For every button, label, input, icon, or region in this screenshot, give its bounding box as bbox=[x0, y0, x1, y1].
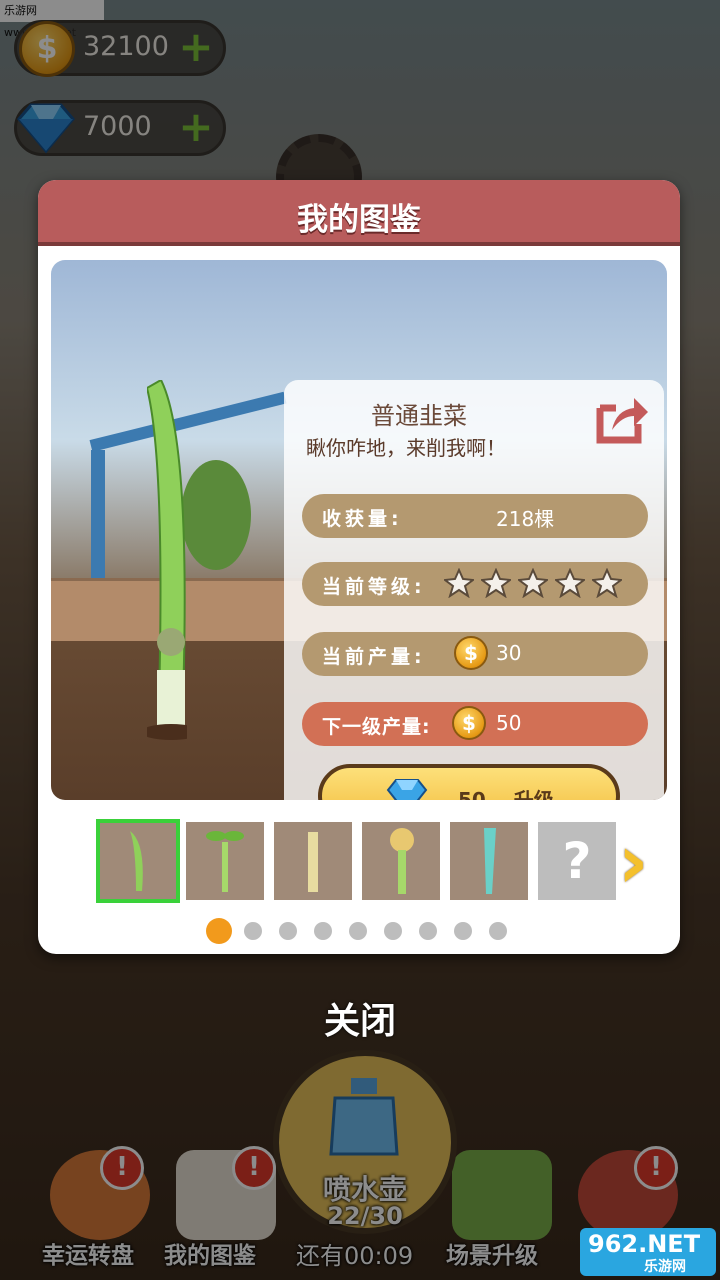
star-icon bbox=[481, 568, 511, 598]
page-dot[interactable] bbox=[419, 922, 437, 940]
upgrade-label: 升级 bbox=[513, 788, 554, 800]
level-stat: 当前等级: bbox=[302, 562, 648, 606]
logo-main: 962.NET bbox=[588, 1230, 701, 1258]
next-output-coin-icon: $ bbox=[452, 706, 486, 740]
collection-item-locked[interactable]: ? bbox=[538, 822, 616, 900]
star-icon bbox=[555, 568, 585, 598]
star-icon bbox=[518, 568, 548, 598]
collection-item[interactable] bbox=[274, 822, 352, 900]
page-dot[interactable] bbox=[279, 922, 297, 940]
page-dot[interactable] bbox=[206, 918, 232, 944]
plant-description: 瞅你咋地，来削我啊！ bbox=[306, 436, 506, 460]
page-dot[interactable] bbox=[349, 922, 367, 940]
modal-header: 我的图鉴 bbox=[38, 180, 680, 246]
collection-item[interactable] bbox=[96, 819, 180, 903]
harvest-value: 218棵 bbox=[496, 507, 555, 531]
diamond-icon bbox=[386, 779, 428, 800]
output-label: 当前产量: bbox=[322, 646, 426, 668]
plant-name: 普通韭菜 bbox=[371, 402, 467, 430]
collection-item[interactable] bbox=[186, 822, 264, 900]
output-value: 30 bbox=[496, 641, 522, 665]
basketball-pole bbox=[91, 450, 105, 580]
leek-plant-icon bbox=[147, 380, 187, 740]
upgrade-cost: 50 bbox=[458, 788, 486, 800]
star-icon bbox=[592, 568, 622, 598]
upgrade-button[interactable]: 50 升级 bbox=[318, 764, 620, 800]
modal-title: 我的图鉴 bbox=[297, 202, 421, 238]
star-icon bbox=[444, 568, 474, 598]
collection-modal: 我的图鉴 普通韭菜 瞅你咋地，来削我啊！ 收获量: 218棵 当前等级: 当前产… bbox=[38, 180, 680, 954]
output-coin-icon: $ bbox=[454, 636, 488, 670]
page-dot[interactable] bbox=[454, 922, 472, 940]
page-dot[interactable] bbox=[384, 922, 402, 940]
page-dot[interactable] bbox=[489, 922, 507, 940]
harvest-stat: 收获量: 218棵 bbox=[302, 494, 648, 538]
next-output-value: 50 bbox=[496, 711, 522, 735]
harvest-label: 收获量: bbox=[322, 508, 403, 530]
plant-info-card: 普通韭菜 瞅你咋地，来削我啊！ 收获量: 218棵 当前等级: 当前产量: $ … bbox=[284, 380, 664, 800]
page-dot[interactable] bbox=[244, 922, 262, 940]
site-logo: 962.NET 乐游网 bbox=[580, 1228, 716, 1276]
next-output-stat: 下一级产量: $ 50 bbox=[302, 702, 648, 746]
next-output-label: 下一级产量: bbox=[322, 716, 431, 738]
close-button[interactable]: 关闭 bbox=[0, 992, 720, 1044]
collection-item[interactable] bbox=[450, 822, 528, 900]
level-label: 当前等级: bbox=[322, 576, 426, 598]
tree bbox=[181, 460, 251, 570]
next-page-arrow[interactable]: › bbox=[618, 825, 662, 900]
logo-sub: 乐游网 bbox=[644, 1259, 686, 1275]
share-icon[interactable] bbox=[596, 392, 650, 444]
basketball-pole-arm bbox=[89, 391, 287, 452]
output-stat: 当前产量: $ 30 bbox=[302, 632, 648, 676]
plant-scene: 普通韭菜 瞅你咋地，来削我啊！ 收获量: 218棵 当前等级: 当前产量: $ … bbox=[51, 260, 667, 800]
page-dot[interactable] bbox=[314, 922, 332, 940]
collection-item[interactable] bbox=[362, 822, 440, 900]
